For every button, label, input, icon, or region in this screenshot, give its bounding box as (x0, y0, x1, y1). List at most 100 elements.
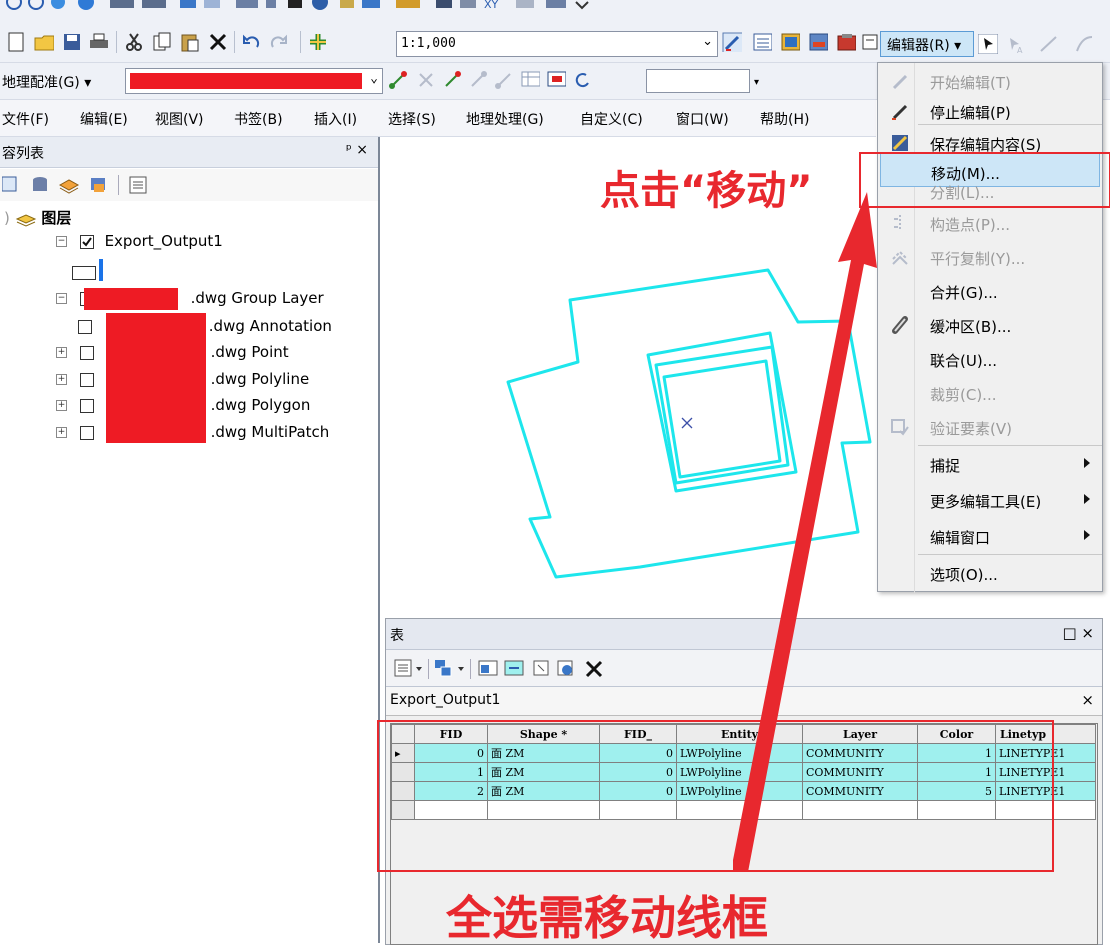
menu-item-more-editing-tools[interactable]: 更多编辑工具(E) (878, 482, 1102, 518)
navigation-tools-icons[interactable] (4, 0, 404, 16)
menu-item-validate-features[interactable]: 验证要素(V) (878, 409, 1102, 445)
menu-item-merge[interactable]: 合并(G)... (878, 273, 1102, 309)
table-tab-close[interactable]: × (1081, 691, 1094, 709)
search-window-icon[interactable] (808, 32, 828, 52)
tree-row-layers[interactable]: ) 图层 (4, 207, 71, 229)
expand-toggle[interactable]: + (56, 347, 67, 358)
table-options-icon[interactable] (394, 659, 424, 679)
delete-icon[interactable] (208, 32, 228, 52)
menu-item-snapping[interactable]: 捕捉 (878, 446, 1102, 482)
menu-geoprocessing[interactable]: 地理处理(G) (466, 109, 544, 129)
menu-item-editing-windows[interactable]: 编辑窗口 (878, 518, 1102, 554)
toolbar-overflow-arrow[interactable]: ▾ (754, 77, 759, 88)
zoom-to-link-icon[interactable] (442, 69, 462, 89)
list-by-source-icon[interactable] (30, 175, 50, 195)
delete-selected-icon[interactable] (584, 659, 604, 679)
add-data-icon[interactable] (308, 32, 328, 52)
rotate-dropdown-icon[interactable] (572, 69, 592, 89)
table-rows-highlight-box (377, 720, 1054, 872)
list-by-drawing-order-icon[interactable] (2, 175, 18, 193)
redo-icon[interactable] (268, 32, 288, 52)
expand-toggle[interactable]: + (56, 427, 67, 438)
point-layer-name: .dwg Point (210, 343, 289, 361)
menu-insert[interactable]: 插入(I) (314, 109, 357, 129)
layer-visibility-checkbox[interactable] (79, 372, 94, 387)
layer-visibility-checkbox-checked[interactable] (79, 234, 94, 249)
switch-selection-icon[interactable] (504, 659, 526, 679)
editor-toolbar-icon[interactable] (722, 32, 742, 52)
list-by-visibility-icon[interactable] (58, 175, 80, 195)
cut-icon[interactable] (124, 32, 144, 52)
menu-item-buffer[interactable]: 缓冲区(B)... (878, 307, 1102, 343)
submenu-arrow-icon (1084, 458, 1090, 468)
map-scale-combo[interactable]: 1:1,000 ⌄ (396, 31, 718, 57)
layer-visibility-checkbox[interactable] (78, 319, 92, 334)
straight-segment-icon[interactable] (1038, 34, 1060, 54)
view-link-table-icon[interactable] (520, 69, 540, 89)
menu-item-editing-windows-label: 编辑窗口 (930, 529, 991, 547)
select-by-attributes-icon[interactable] (478, 659, 500, 679)
new-document-icon[interactable] (6, 32, 26, 52)
menu-edit[interactable]: 编辑(E) (80, 109, 128, 129)
identify-tools-icons[interactable]: XY (396, 0, 626, 16)
table-toolbar (386, 650, 1102, 687)
toc-pin-close[interactable]: ᵖ × (346, 142, 368, 158)
open-folder-icon[interactable] (34, 32, 54, 52)
export-layer-symbol[interactable] (72, 266, 96, 280)
clear-selection-icon[interactable] (532, 659, 554, 679)
save-icon[interactable] (62, 32, 82, 52)
layer-visibility-checkbox[interactable] (79, 345, 94, 360)
georef-value-input[interactable] (646, 69, 750, 93)
edit-annotation-tool-icon[interactable]: A (1004, 34, 1026, 54)
editor-menu-button[interactable]: 编辑器(R) ▾ (880, 31, 974, 57)
add-control-points-icon[interactable] (388, 69, 408, 89)
expand-toggle[interactable]: + (56, 400, 67, 411)
link-table-icon[interactable] (546, 69, 566, 89)
tree-row-export-output[interactable]: − Export_Output1 (56, 232, 223, 254)
menu-selection[interactable]: 选择(S) (388, 109, 436, 129)
undo-icon[interactable] (242, 32, 262, 52)
paste-icon[interactable] (180, 32, 200, 52)
export-layer-name: Export_Output1 (104, 232, 223, 250)
menu-item-construct-points[interactable]: 构造点(P)... (878, 205, 1102, 241)
menu-view[interactable]: 视图(V) (155, 109, 204, 129)
polyline-layer-name: .dwg Polyline (210, 370, 310, 388)
toc-options-icon[interactable] (128, 175, 148, 195)
related-tables-icon[interactable] (434, 659, 466, 679)
copy-icon[interactable] (152, 32, 172, 52)
layer-visibility-checkbox[interactable] (79, 425, 94, 440)
layer-visibility-checkbox[interactable] (79, 398, 94, 413)
menu-item-options[interactable]: 选项(O)... (878, 555, 1102, 591)
collapse-toggle[interactable]: − (56, 293, 67, 304)
toolbar-standard: 1:1,000 ⌄ 编辑器(R) ▾ A (0, 26, 1110, 63)
menu-item-clip[interactable]: 裁剪(C)... (878, 375, 1102, 411)
menu-bookmarks[interactable]: 书签(B) (234, 109, 283, 129)
table-window-titlebar[interactable]: 表 □ × (386, 619, 1102, 650)
redacted-layer-name (130, 73, 362, 89)
menu-customize[interactable]: 自定义(C) (580, 109, 643, 129)
menu-help[interactable]: 帮助(H) (760, 109, 809, 129)
collapse-toggle[interactable]: − (56, 236, 67, 247)
auto-adjust-icon[interactable] (494, 69, 514, 89)
georeferencing-menu-button[interactable]: 地理配准(G) ▾ (2, 72, 91, 92)
expand-toggle[interactable]: + (56, 374, 67, 385)
table-tab[interactable]: Export_Output1 × (386, 687, 1102, 716)
list-by-selection-icon[interactable] (88, 175, 110, 195)
catalog-window-icon[interactable] (780, 32, 800, 52)
arctoolbox-icon[interactable] (836, 32, 856, 52)
menu-item-union[interactable]: 联合(U)... (878, 341, 1102, 377)
georeference-layer-combo[interactable]: ⌄ (125, 68, 383, 94)
delete-link-icon[interactable] (468, 69, 488, 89)
edit-tool-icon[interactable] (978, 34, 998, 54)
menu-file[interactable]: 文件(F) (2, 109, 49, 129)
select-link-icon[interactable] (416, 69, 436, 89)
table-window-controls[interactable]: □ × (1062, 624, 1094, 642)
zoom-to-selected-icon[interactable] (556, 659, 578, 679)
menu-item-copy-parallel[interactable]: 平行复制(Y)... (878, 239, 1102, 275)
menu-windows[interactable]: 窗口(W) (676, 109, 729, 129)
copy-parallel-icon (892, 250, 908, 265)
print-icon[interactable] (88, 32, 108, 52)
toc-window-icon[interactable] (752, 32, 772, 52)
table-window-title: 表 (390, 628, 404, 644)
end-point-arc-icon[interactable] (1074, 34, 1096, 54)
